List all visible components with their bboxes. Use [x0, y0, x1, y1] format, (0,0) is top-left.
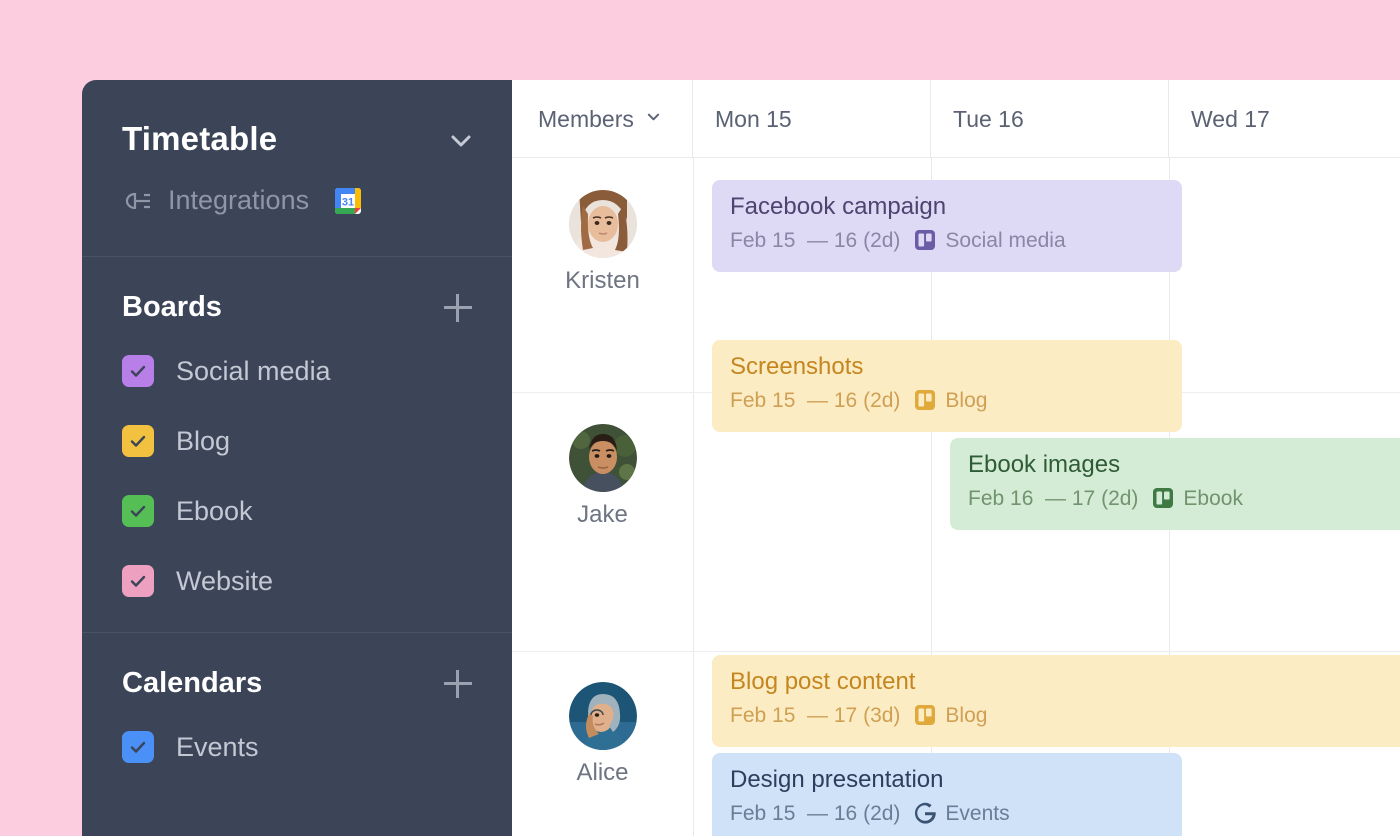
board-label: Website: [176, 568, 273, 595]
event-card-blog-post-content[interactable]: Blog post content Feb 15 — 17 (3d) Blog: [712, 655, 1400, 747]
event-meta: Feb 16 — 17 (2d) Ebook: [968, 487, 1392, 509]
board-label: Ebook: [176, 498, 253, 525]
member-name: Jake: [577, 503, 628, 527]
event-meta: Feb 15 — 16 (2d) Events: [730, 802, 1164, 824]
avatar: [569, 424, 637, 492]
google-g-icon: [914, 802, 936, 824]
board-checkbox-ebook[interactable]: [122, 495, 154, 527]
integrations-label: Integrations: [168, 187, 309, 214]
calendars-section-header: Calendars: [82, 633, 512, 698]
calendars-list: Events: [82, 698, 512, 782]
calendar-grid: Kristen Facebook campaign Feb 15 — 16 (2…: [512, 158, 1400, 836]
event-meta: Feb 15 — 16 (2d) Social media: [730, 229, 1164, 251]
plug-icon: [122, 189, 152, 213]
sidebar-header: Timetable Integrations: [82, 80, 512, 256]
add-board-button[interactable]: [444, 294, 472, 322]
event-card-screenshots[interactable]: Screenshots Feb 15 — 16 (2d) Blog: [712, 340, 1182, 432]
event-meta: Feb 15 — 16 (2d) Blog: [730, 389, 1164, 411]
grid-line-horizontal: [512, 651, 1400, 652]
event-dates: Feb 15 — 16 (2d): [730, 803, 900, 824]
member-name: Kristen: [565, 269, 640, 293]
event-card-design-presentation[interactable]: Design presentation Feb 15 — 16 (2d) Eve…: [712, 753, 1182, 836]
avatar: [569, 682, 637, 750]
event-dates: Feb 16 — 17 (2d): [968, 488, 1138, 509]
boards-section-header: Boards: [82, 257, 512, 322]
trello-board-icon: [914, 389, 936, 411]
sidebar-item-ebook[interactable]: Ebook: [122, 476, 472, 546]
day-column-header-0[interactable]: Mon 15: [693, 80, 931, 158]
board-checkbox-website[interactable]: [122, 565, 154, 597]
event-dates: Feb 15 — 16 (2d): [730, 230, 900, 251]
calendar-panel: Members Mon 15 Tue 16 Wed 17: [512, 80, 1400, 836]
event-source: Blog: [945, 390, 987, 411]
event-source: Events: [945, 803, 1009, 824]
member-cell-kristen: Kristen: [512, 190, 693, 293]
day-column-header-2[interactable]: Wed 17: [1169, 80, 1400, 158]
event-dates: Feb 15 — 17 (3d): [730, 705, 900, 726]
sidebar-item-social-media[interactable]: Social media: [122, 336, 472, 406]
member-name: Alice: [576, 761, 628, 785]
grid-line-vertical: [693, 158, 694, 836]
board-label: Blog: [176, 428, 230, 455]
calendar-label: Events: [176, 734, 259, 761]
add-calendar-button[interactable]: [444, 670, 472, 698]
member-cell-alice: Alice: [512, 682, 693, 785]
board-checkbox-social-media[interactable]: [122, 355, 154, 387]
google-calendar-icon: 31: [335, 188, 361, 214]
event-source: Social media: [945, 230, 1065, 251]
trello-board-icon: [914, 704, 936, 726]
event-source: Ebook: [1183, 488, 1243, 509]
boards-heading: Boards: [122, 293, 222, 322]
app-title: Timetable: [122, 80, 472, 155]
trello-board-icon: [1152, 487, 1174, 509]
event-card-facebook-campaign[interactable]: Facebook campaign Feb 15 — 16 (2d) Socia…: [712, 180, 1182, 272]
event-dates: Feb 15 — 16 (2d): [730, 390, 900, 411]
calendar-header: Members Mon 15 Tue 16 Wed 17: [512, 80, 1400, 158]
sidebar-item-website[interactable]: Website: [122, 546, 472, 616]
sidebar-item-events[interactable]: Events: [122, 712, 472, 782]
app-root: Timetable Integrations: [0, 0, 1400, 836]
event-title: Design presentation: [730, 766, 1164, 794]
sidebar-item-integrations[interactable]: Integrations 31: [122, 187, 472, 214]
board-label: Social media: [176, 358, 331, 385]
day-column-header-1[interactable]: Tue 16: [931, 80, 1169, 158]
event-title: Ebook images: [968, 451, 1392, 479]
member-cell-jake: Jake: [512, 424, 693, 527]
event-card-ebook-images[interactable]: Ebook images Feb 16 — 17 (2d) Ebook: [950, 438, 1400, 530]
sidebar: Timetable Integrations: [82, 80, 512, 836]
event-meta: Feb 15 — 17 (3d) Blog: [730, 704, 1394, 726]
event-title: Blog post content: [730, 668, 1394, 696]
sidebar-item-blog[interactable]: Blog: [122, 406, 472, 476]
chevron-down-icon[interactable]: [446, 126, 476, 156]
gcal-day-number: 31: [342, 196, 354, 208]
chevron-down-icon: [644, 107, 663, 131]
members-dropdown[interactable]: Members: [512, 80, 693, 158]
event-title: Screenshots: [730, 353, 1164, 381]
event-source: Blog: [945, 705, 987, 726]
boards-list: Social media Blog Ebook Website: [82, 322, 512, 616]
calendar-checkbox-events[interactable]: [122, 731, 154, 763]
trello-board-icon: [914, 229, 936, 251]
calendars-heading: Calendars: [122, 669, 262, 698]
members-header-label: Members: [538, 108, 634, 131]
board-checkbox-blog[interactable]: [122, 425, 154, 457]
event-title: Facebook campaign: [730, 193, 1164, 221]
avatar: [569, 190, 637, 258]
